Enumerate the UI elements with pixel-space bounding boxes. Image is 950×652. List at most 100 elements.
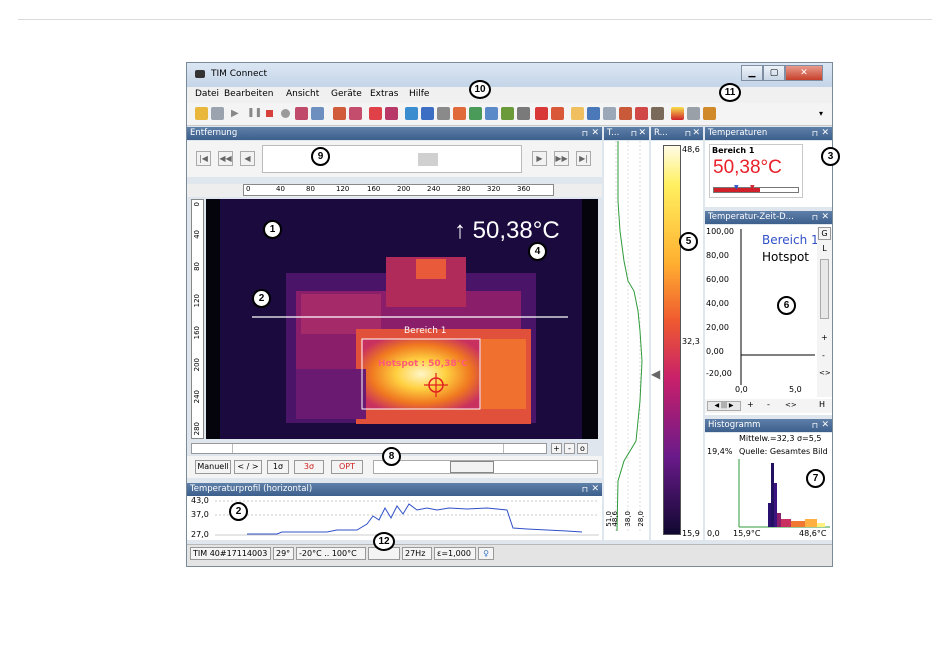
record-icon[interactable]: [279, 107, 292, 120]
bars-icon[interactable]: [619, 107, 632, 120]
colorbar-icon[interactable]: [671, 107, 684, 120]
range-button[interactable]: < / >: [234, 460, 262, 474]
last-frame-button[interactable]: ▶|: [576, 151, 591, 166]
one-sigma-button[interactable]: 1σ: [267, 460, 289, 474]
side-scrollbar[interactable]: [820, 259, 829, 319]
status-connection-icon[interactable]: ♀: [478, 547, 494, 560]
fit-icon[interactable]: <>: [785, 401, 797, 409]
menu-geraete[interactable]: Geräte: [331, 89, 362, 99]
menu-ansicht[interactable]: Ansicht: [286, 89, 319, 99]
fit-icon[interactable]: <>: [819, 369, 831, 377]
zoom-reset-button[interactable]: o: [577, 443, 588, 454]
close-button[interactable]: ✕: [785, 65, 823, 81]
arrow-icon[interactable]: [551, 107, 564, 120]
save-icon[interactable]: [211, 107, 224, 120]
line-chart-icon[interactable]: [469, 107, 482, 120]
close-icon[interactable]: ✕: [821, 419, 829, 432]
marker-icon[interactable]: [453, 107, 466, 120]
playback-slider[interactable]: [262, 145, 522, 173]
pin-icon[interactable]: ⊓: [582, 127, 588, 140]
prev-frame-button[interactable]: ◀: [240, 151, 255, 166]
bottom-scrollbar[interactable]: ◀ ||| ▶: [707, 401, 741, 411]
home-icon[interactable]: H: [819, 400, 825, 409]
scrollbar-thumb[interactable]: [232, 444, 504, 453]
image-scrollbar[interactable]: [191, 443, 547, 454]
tools-icon[interactable]: [651, 107, 664, 120]
menu-datei[interactable]: Datei: [195, 89, 219, 99]
close-icon[interactable]: ✕: [638, 127, 646, 140]
pause-icon[interactable]: ❚❚: [247, 107, 262, 120]
panel-header-histogramm: Histogramm ⊓ ✕: [705, 419, 832, 432]
export-icon[interactable]: [333, 107, 346, 120]
zoom-out-icon[interactable]: -: [767, 400, 770, 409]
close-icon[interactable]: ✕: [821, 127, 829, 140]
open-icon[interactable]: [195, 107, 208, 120]
close-icon[interactable]: ✕: [692, 127, 700, 140]
first-frame-button[interactable]: |◀: [196, 151, 211, 166]
three-sigma-button[interactable]: 3σ: [294, 460, 324, 474]
palette-icon[interactable]: [369, 107, 382, 120]
callout-3: 3: [821, 147, 840, 166]
panel-header-temperaturen: Temperaturen ⊓ ✕: [705, 127, 832, 140]
rewind-button[interactable]: ◀◀: [218, 151, 233, 166]
zoom-out-icon[interactable]: -: [822, 351, 825, 360]
scaling-slider-thumb[interactable]: [450, 461, 494, 473]
area-icon[interactable]: [405, 107, 418, 120]
overflow-icon[interactable]: ▾: [819, 107, 829, 120]
pin-icon[interactable]: ⊓: [812, 211, 818, 224]
histogram-x-min: 15,9°C: [733, 529, 761, 538]
manuell-button[interactable]: Manuell: [195, 460, 231, 474]
ruler-tick: 40: [276, 185, 285, 193]
camera-icon[interactable]: [295, 107, 308, 120]
close-icon[interactable]: ✕: [821, 211, 829, 224]
pin-icon[interactable]: ⊓: [812, 127, 818, 140]
ruler-icon[interactable]: [535, 107, 548, 120]
zoom-out-button[interactable]: -: [564, 443, 575, 454]
callout-7: 7: [806, 469, 825, 488]
legend-toggle-button[interactable]: L: [818, 243, 831, 256]
color-scale-bar[interactable]: [663, 145, 681, 535]
hand-icon[interactable]: [571, 107, 584, 120]
play-icon[interactable]: ▶: [231, 107, 244, 120]
line-tool-icon[interactable]: [501, 107, 514, 120]
wrench-icon[interactable]: [703, 107, 716, 120]
menu-hilfe[interactable]: Hilfe: [409, 89, 429, 99]
export2-icon[interactable]: [349, 107, 362, 120]
playback-slider-thumb[interactable]: [418, 153, 438, 166]
numbers-icon[interactable]: [517, 107, 530, 120]
zoom-in-icon[interactable]: +: [747, 400, 754, 409]
grid-icon[interactable]: [603, 107, 616, 120]
zoom-in-icon[interactable]: +: [821, 333, 828, 342]
temperature-bar: ▼ ▼: [713, 184, 799, 193]
legend-hotspot: Hotspot: [762, 250, 809, 264]
profile-icon[interactable]: [485, 107, 498, 120]
profile-v-svg: [615, 141, 643, 532]
next-frame-button[interactable]: ▶: [532, 151, 547, 166]
menu-bearbeiten[interactable]: Bearbeiten: [224, 89, 273, 99]
pin-icon[interactable]: ⊓: [631, 127, 637, 140]
bars2-icon[interactable]: [635, 107, 648, 120]
fast-forward-button[interactable]: ▶▶: [554, 151, 569, 166]
fit-icon[interactable]: [587, 107, 600, 120]
close-icon[interactable]: ✕: [591, 483, 599, 496]
profile-h-curve: [247, 503, 583, 535]
maximize-button[interactable]: ▢: [763, 65, 785, 81]
minimize-button[interactable]: ▁: [741, 65, 763, 81]
histogram-icon[interactable]: [421, 107, 434, 120]
menu-extras[interactable]: Extras: [370, 89, 398, 99]
pin-icon[interactable]: ⊓: [685, 127, 691, 140]
close-icon[interactable]: ✕: [591, 127, 599, 140]
copy-icon[interactable]: [311, 107, 324, 120]
settings-icon[interactable]: [687, 107, 700, 120]
callout-8: 8: [382, 447, 401, 466]
palette2-icon[interactable]: [385, 107, 398, 120]
pin-icon[interactable]: ⊓: [582, 483, 588, 496]
pin-icon[interactable]: ⊓: [812, 419, 818, 432]
zoom-in-button[interactable]: +: [551, 443, 562, 454]
opt-button[interactable]: OPT: [331, 460, 363, 474]
stop-icon[interactable]: [263, 107, 276, 120]
scaling-slider[interactable]: [373, 460, 598, 474]
glasses-icon[interactable]: [437, 107, 450, 120]
grid-toggle-button[interactable]: G: [818, 227, 831, 240]
temperature-value: 50,38°C: [713, 157, 782, 178]
